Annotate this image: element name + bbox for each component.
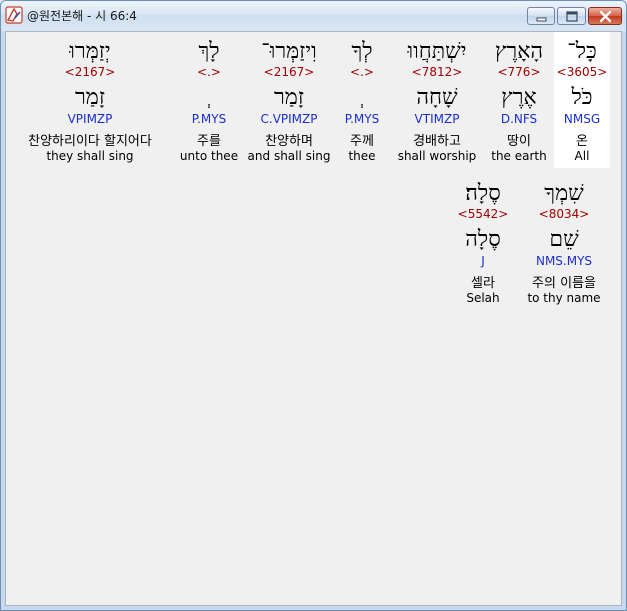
english-gloss: shall worship xyxy=(397,149,477,163)
hebrew-word: יְזַמְּרוּ xyxy=(69,39,111,64)
english-gloss: Selah xyxy=(466,291,500,305)
hebrew-lemma: זָמַר xyxy=(75,85,105,110)
korean-gloss: 셀라 xyxy=(471,276,495,291)
morphology-code[interactable]: D.NFS xyxy=(484,112,554,126)
morphology-code[interactable]: P.MYS xyxy=(176,112,242,126)
hebrew-lemma: ְ xyxy=(334,84,390,110)
english-gloss: they shall sing xyxy=(46,149,134,163)
hebrew-lemma: שֵׁם xyxy=(549,227,579,252)
minimize-icon xyxy=(536,17,547,22)
word-cell-shall-worship[interactable]: יִשְׁתַּחֲווּ <7812> שָׁחָה VTIMZP 경배하고 … xyxy=(392,32,482,168)
word-cell-thee[interactable]: לְךָ <.> ְ P.MYS 주께 thee xyxy=(334,32,390,168)
strong-number[interactable]: <5542> xyxy=(452,207,514,221)
korean-gloss: 경배하고 xyxy=(413,134,461,149)
app-window: @원전본해 - 시 66:4 כָּל־ <3605> כֹּל NMSG 온 xyxy=(0,0,627,611)
hebrew-word: יִשְׁתַּחֲווּ xyxy=(407,39,467,64)
english-gloss: and shall sing xyxy=(247,149,331,163)
english-gloss: to thy name xyxy=(527,291,601,305)
hebrew-word: לָךְ xyxy=(198,39,220,64)
strong-number[interactable]: <2167> xyxy=(8,65,172,79)
word-cell-and-shall-sing[interactable]: וִיזַמְּרוּ־ <2167> זָמַר C.VPIMZP 찬양하며 … xyxy=(246,32,332,168)
strong-number[interactable]: <7812> xyxy=(392,65,482,79)
hebrew-word: כָּל־ xyxy=(567,39,597,64)
hebrew-lemma: כֹּל xyxy=(571,85,593,110)
maximize-icon xyxy=(566,11,578,22)
korean-gloss: 찬양하리이다 할지어다 xyxy=(28,134,152,149)
hebrew-lemma: סֶלָה xyxy=(465,227,501,252)
morphology-code[interactable]: NMSG xyxy=(554,112,610,126)
korean-gloss: 온 xyxy=(576,134,588,149)
hebrew-word: הָאָרֶץ xyxy=(494,39,544,64)
hebrew-word: וִיזַמְּרוּ־ xyxy=(261,39,317,64)
korean-gloss: 찬양하며 xyxy=(265,134,313,149)
strong-number[interactable]: <3605> xyxy=(554,65,610,79)
word-cell-they-shall-sing[interactable]: יְזַמְּרוּ <2167> זָמַר VPIMZP 찬양하리이다 할지… xyxy=(8,32,172,168)
close-button[interactable] xyxy=(588,7,622,25)
morphology-code[interactable]: J xyxy=(452,254,514,268)
morphology-code[interactable]: P.MYS xyxy=(334,112,390,126)
morphology-code[interactable]: VTIMZP xyxy=(392,112,482,126)
hebrew-lemma: אֶרֶץ xyxy=(501,85,537,110)
word-cell-all[interactable]: כָּל־ <3605> כֹּל NMSG 온 All xyxy=(554,32,610,168)
english-gloss: the earth xyxy=(491,149,547,163)
strong-number[interactable]: <2167> xyxy=(246,65,332,79)
minimize-button[interactable] xyxy=(527,7,555,25)
hebrew-word: שִׁמְךָ xyxy=(544,181,584,206)
window-title: @원전본해 - 시 66:4 xyxy=(27,9,137,23)
hebrew-lemma: זָמַר xyxy=(274,85,304,110)
word-cell-selah[interactable]: סֶלָה׃ <5542> סֶלָה J 셀라 Selah xyxy=(452,174,514,310)
morphology-code[interactable]: VPIMZP xyxy=(8,112,172,126)
korean-gloss: 주를 xyxy=(197,134,221,149)
maximize-button[interactable] xyxy=(557,7,586,25)
word-cell-to-thy-name[interactable]: שִׁמְךָ <8034> שֵׁם NMS.MYS 주의 이름을 to th… xyxy=(520,174,608,310)
app-icon xyxy=(5,6,23,24)
hebrew-lemma: ְ xyxy=(176,84,242,110)
english-gloss: thee xyxy=(348,149,376,163)
morphology-code[interactable]: C.VPIMZP xyxy=(246,112,332,126)
korean-gloss: 주의 이름을 xyxy=(532,276,596,291)
english-gloss: unto thee xyxy=(179,149,239,163)
strong-number[interactable]: <.> xyxy=(334,65,390,79)
strong-number[interactable]: <8034> xyxy=(520,207,608,221)
morphology-code[interactable]: NMS.MYS xyxy=(520,254,608,268)
word-cell-unto-thee[interactable]: לָךְ <.> ְ P.MYS 주를 unto thee xyxy=(176,32,242,168)
word-cell-the-earth[interactable]: הָאָרֶץ <776> אֶרֶץ D.NFS 땅이 the earth xyxy=(484,32,554,168)
close-icon xyxy=(599,10,612,23)
english-gloss: All xyxy=(574,149,590,163)
strong-number[interactable]: <.> xyxy=(176,65,242,79)
hebrew-word: סֶלָה׃ xyxy=(465,181,501,206)
korean-gloss: 주께 xyxy=(350,134,374,149)
strong-number[interactable]: <776> xyxy=(484,65,554,79)
interlinear-view[interactable]: כָּל־ <3605> כֹּל NMSG 온 All הָאָרֶץ <77… xyxy=(5,31,622,606)
title-bar[interactable]: @원전본해 - 시 66:4 xyxy=(1,1,626,29)
hebrew-lemma: שָׁחָה xyxy=(416,85,458,110)
korean-gloss: 땅이 xyxy=(507,134,531,149)
hebrew-word: לְךָ xyxy=(351,39,373,64)
